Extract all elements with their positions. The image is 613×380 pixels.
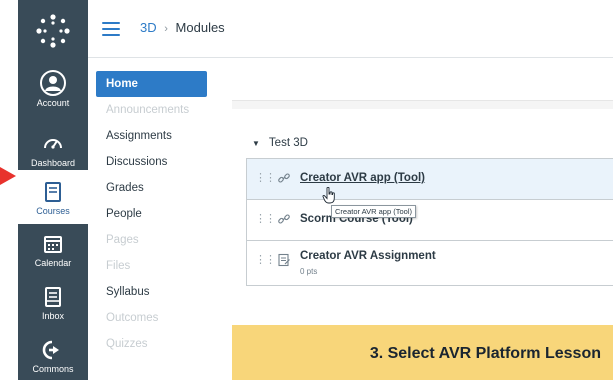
gnav-calendar-label: Calendar [34, 258, 72, 268]
breadcrumb: 3D › Modules [140, 20, 225, 35]
course-nav-quizzes[interactable]: Quizzes [96, 331, 216, 357]
gnav-dashboard-label: Dashboard [30, 158, 76, 168]
course-nav-home[interactable]: Home [96, 71, 207, 97]
module-title: Test 3D [268, 137, 308, 149]
dashboard-speedometer-icon [44, 139, 62, 149]
module-item-title[interactable]: Creator AVR Assignment [300, 250, 436, 262]
module-item[interactable]: ⋮⋮ Creator AVR Assignment 0 pts [247, 241, 613, 286]
left-gutter [0, 0, 18, 380]
link-icon [278, 173, 290, 183]
gnav-courses[interactable]: Courses [18, 170, 88, 224]
inbox-icon [45, 287, 61, 307]
course-nav-syllabus[interactable]: Syllabus [96, 279, 216, 305]
gnav-inbox-label: Inbox [41, 311, 65, 321]
drag-handle-icon[interactable]: ⋮⋮ [255, 212, 276, 226]
canvas-logo-icon[interactable] [35, 13, 71, 49]
gnav-account[interactable]: Account [18, 70, 88, 108]
course-nav-assignments[interactable]: Assignments [96, 123, 216, 149]
gnav-commons-label: Commons [32, 364, 74, 374]
pointer-arrow-icon [0, 167, 16, 185]
gnav-commons[interactable]: Commons [18, 338, 88, 374]
module-header-strip [232, 100, 613, 109]
breadcrumb-current-page: Modules [175, 20, 225, 35]
gnav-courses-label: Courses [36, 206, 70, 216]
course-nav-people[interactable]: People [96, 201, 216, 227]
link-icon [278, 214, 290, 224]
course-navigation: Home Announcements Assignments Discussio… [96, 71, 216, 357]
gnav-inbox[interactable]: Inbox [18, 285, 88, 321]
commons-arrow-icon [42, 340, 59, 360]
drag-handle-icon[interactable]: ⋮⋮ [255, 253, 276, 267]
breadcrumb-separator: › [164, 23, 168, 35]
breadcrumb-course-link[interactable]: 3D [140, 20, 157, 35]
instruction-banner-text: 3. Select AVR Platform Lesson [369, 345, 601, 362]
course-nav-outcomes[interactable]: Outcomes [96, 305, 216, 331]
hand-pointer-cursor-icon [322, 187, 335, 204]
module-items: ⋮⋮ Creator AVR app (Tool) ⋮⋮ Scorm Cours… [246, 158, 613, 286]
hamburger-menu-icon[interactable] [102, 22, 120, 36]
course-nav-files[interactable]: Files [96, 253, 216, 279]
course-nav-announcements[interactable]: Announcements [96, 97, 216, 123]
collapse-caret-icon[interactable]: ▼ [252, 139, 260, 148]
calendar-icon [44, 236, 62, 253]
module-item[interactable]: ⋮⋮ Creator AVR app (Tool) [247, 159, 613, 200]
course-nav-discussions[interactable]: Discussions [96, 149, 216, 175]
gnav-calendar[interactable]: Calendar [18, 232, 88, 268]
global-navigation: Account Dashboard Courses Calendar Inbox… [18, 0, 88, 380]
module-test-3d: ▼ Test 3D ⋮⋮ Creator AVR app (Tool) ⋮⋮ S… [246, 128, 613, 304]
module-item[interactable]: ⋮⋮ Scorm Course (Tool) [247, 200, 613, 241]
module-item-points: 0 pts [300, 267, 318, 276]
module-item-title-link[interactable]: Creator AVR app (Tool) [300, 172, 425, 184]
account-avatar-icon [40, 70, 66, 96]
drag-handle-icon[interactable]: ⋮⋮ [255, 171, 276, 185]
module-header[interactable]: ▼ Test 3D [246, 128, 613, 158]
course-nav-grades[interactable]: Grades [96, 175, 216, 201]
assignment-icon [278, 253, 290, 267]
gnav-account-label: Account [36, 98, 70, 108]
gnav-dashboard[interactable]: Dashboard [18, 132, 88, 168]
item-tooltip: Creator AVR app (Tool) [331, 205, 416, 218]
top-bar: 3D › Modules [88, 0, 613, 58]
course-nav-pages[interactable]: Pages [96, 227, 216, 253]
courses-book-icon [45, 182, 61, 202]
instruction-banner: 3. Select AVR Platform Lesson [232, 325, 613, 380]
